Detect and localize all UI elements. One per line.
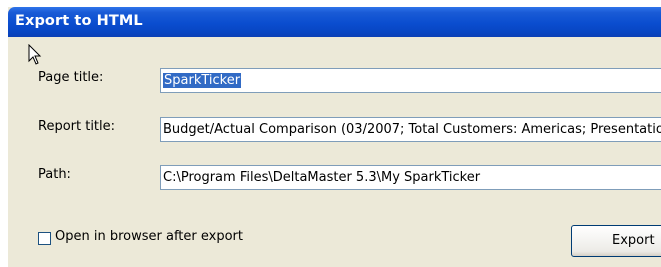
export-dialog: Export to HTML Page title: SparkTicker R… <box>8 7 661 267</box>
title-bar[interactable]: Export to HTML <box>8 7 661 37</box>
export-button[interactable]: Export <box>571 225 661 257</box>
arrow-cursor-icon <box>28 44 42 65</box>
report-title-input[interactable]: Budget/Actual Comparison (03/2007; Total… <box>160 117 661 142</box>
report-title-label: Report title: <box>38 119 116 134</box>
open-in-browser-checkbox[interactable] <box>38 232 51 245</box>
path-label: Path: <box>38 167 71 182</box>
window-title: Export to HTML <box>15 13 143 29</box>
selected-text: SparkTicker <box>163 73 242 88</box>
open-in-browser-label[interactable]: Open in browser after export <box>55 229 243 244</box>
page-title-label: Page title: <box>38 70 104 85</box>
path-input[interactable]: C:\Program Files\DeltaMaster 5.3\My Spar… <box>160 165 661 190</box>
page-title-input[interactable]: SparkTicker <box>160 68 661 93</box>
